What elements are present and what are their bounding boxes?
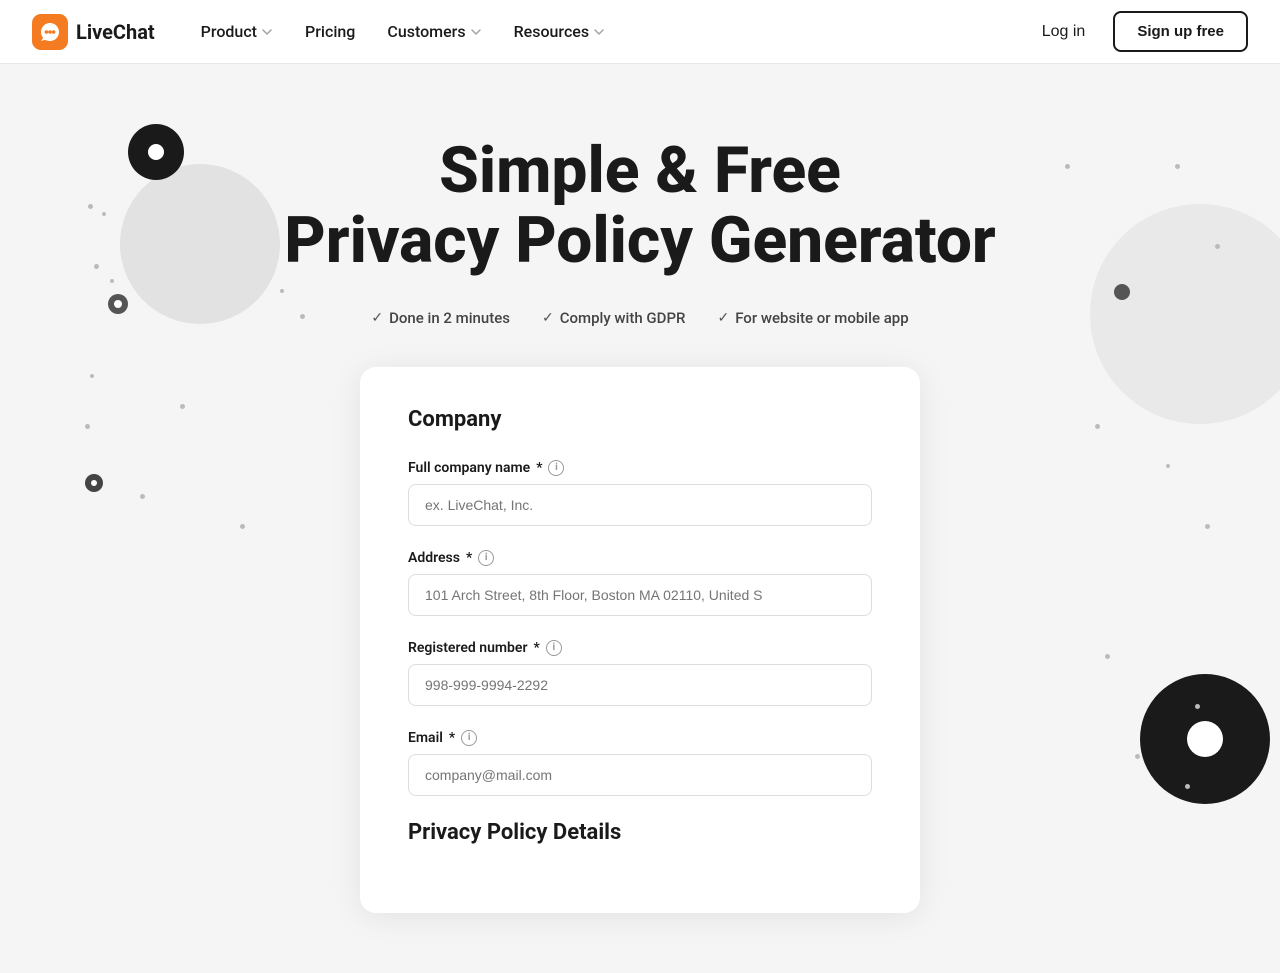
hero-feature-3: ✓ For website or mobile app — [717, 309, 908, 327]
required-star: * — [466, 550, 472, 566]
label-address: Address * i — [408, 550, 872, 566]
check-icon: ✓ — [542, 310, 554, 326]
privacy-section-title: Privacy Policy Details — [408, 820, 872, 845]
required-star: * — [449, 730, 455, 746]
field-company-name: Full company name * i — [408, 460, 872, 526]
form-section: Company Full company name * i Address * … — [0, 367, 1280, 973]
main-nav: LiveChat Product Pricing Customers Resou… — [0, 0, 1280, 64]
form-card: Company Full company name * i Address * … — [360, 367, 920, 913]
info-icon[interactable]: i — [478, 550, 494, 566]
input-company-name[interactable] — [408, 484, 872, 526]
check-icon: ✓ — [371, 310, 383, 326]
chevron-down-icon — [593, 26, 605, 38]
input-registered-number[interactable] — [408, 664, 872, 706]
chevron-down-icon — [470, 26, 482, 38]
nav-product[interactable]: Product — [187, 14, 287, 49]
nav-pricing[interactable]: Pricing — [291, 14, 369, 49]
required-star: * — [536, 460, 542, 476]
nav-actions: Log in Sign up free — [1030, 11, 1248, 52]
hero-feature-1: ✓ Done in 2 minutes — [371, 309, 510, 327]
nav-resources[interactable]: Resources — [500, 14, 620, 49]
hero-title: Simple & Free Privacy Policy Generator — [32, 136, 1248, 277]
logo[interactable]: LiveChat — [32, 14, 155, 50]
hero-features: ✓ Done in 2 minutes ✓ Comply with GDPR ✓… — [32, 309, 1248, 327]
main-content: Simple & Free Privacy Policy Generator ✓… — [0, 64, 1280, 973]
label-email: Email * i — [408, 730, 872, 746]
label-company-name: Full company name * i — [408, 460, 872, 476]
login-button[interactable]: Log in — [1030, 15, 1098, 49]
required-star: * — [534, 640, 540, 656]
check-icon: ✓ — [717, 310, 729, 326]
logo-icon — [32, 14, 68, 50]
field-address: Address * i — [408, 550, 872, 616]
nav-links: Product Pricing Customers Resources — [187, 14, 1030, 49]
logo-text: LiveChat — [76, 20, 155, 44]
hero-feature-2: ✓ Comply with GDPR — [542, 309, 685, 327]
info-icon[interactable]: i — [461, 730, 477, 746]
input-address[interactable] — [408, 574, 872, 616]
info-icon[interactable]: i — [548, 460, 564, 476]
nav-customers[interactable]: Customers — [373, 14, 495, 49]
label-registered-number: Registered number * i — [408, 640, 872, 656]
company-section-title: Company — [408, 407, 872, 432]
input-email[interactable] — [408, 754, 872, 796]
hero-section: Simple & Free Privacy Policy Generator ✓… — [0, 64, 1280, 367]
signup-button[interactable]: Sign up free — [1113, 11, 1248, 52]
info-icon[interactable]: i — [546, 640, 562, 656]
chevron-down-icon — [261, 26, 273, 38]
field-registered-number: Registered number * i — [408, 640, 872, 706]
field-email: Email * i — [408, 730, 872, 796]
